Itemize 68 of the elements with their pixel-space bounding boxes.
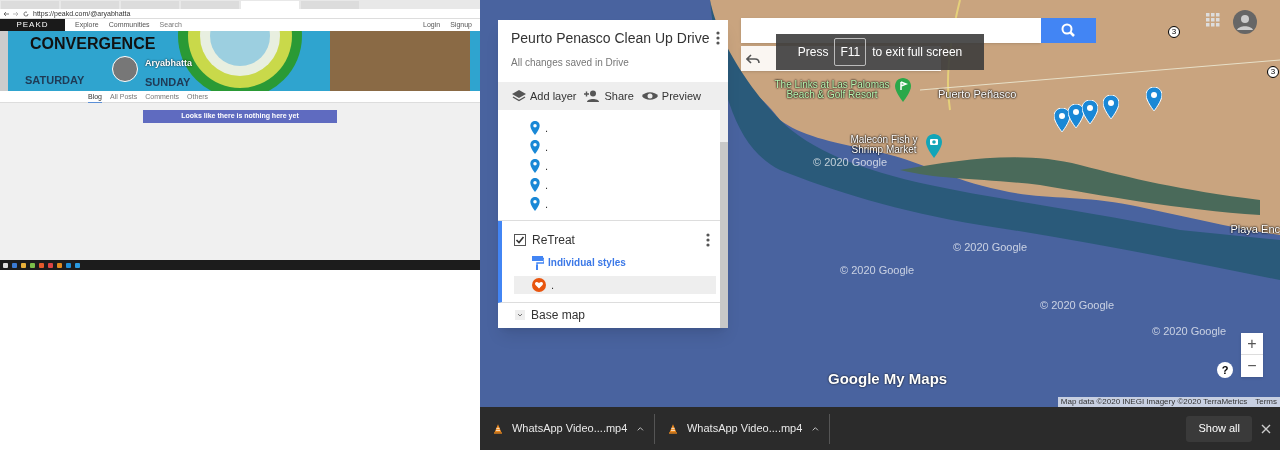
- map-pin-icon: [530, 197, 540, 211]
- google-my-maps-logo: Google My Maps: [828, 371, 948, 386]
- key-label: F11: [834, 38, 867, 66]
- camera-pin-icon[interactable]: [926, 134, 942, 158]
- more-options-icon[interactable]: [706, 233, 710, 247]
- map-pin-icon: [530, 178, 540, 192]
- place-item[interactable]: .: [545, 195, 549, 213]
- more-options-icon[interactable]: [716, 31, 720, 45]
- map-watermark: © 2020 Google: [953, 242, 1028, 253]
- place-label: The Links at Las Palomas Beach & Golf Resort: [773, 80, 891, 100]
- save-status: All changes saved in Drive: [511, 58, 630, 68]
- notice-text: Press: [797, 44, 829, 61]
- toolbar-button[interactable]: Preview: [641, 90, 701, 102]
- start-icon[interactable]: [3, 262, 8, 268]
- notice-text: to exit full screen: [872, 44, 963, 61]
- map-pin-icon: [530, 140, 540, 154]
- place-item[interactable]: .: [545, 176, 549, 194]
- map-watermark: © 2020 Google: [1040, 300, 1115, 311]
- close-icon[interactable]: [1261, 423, 1271, 434]
- map-watermark: © 2020 Google: [840, 265, 915, 276]
- undo-icon[interactable]: [746, 53, 760, 64]
- style-link[interactable]: Individual styles: [548, 255, 626, 270]
- map-pin-icon[interactable]: [1082, 100, 1098, 124]
- search-button[interactable]: [1041, 18, 1096, 43]
- forward-arrow-icon[interactable]: [13, 10, 19, 17]
- map-watermark: © 2020 Google: [1152, 326, 1227, 337]
- checkmark-icon: [514, 234, 526, 246]
- layer-item[interactable]: .: [514, 276, 716, 294]
- eye-icon: [641, 91, 658, 101]
- cover-text: SATURDAY: [25, 75, 85, 86]
- place-label: Puerto Peñasco: [938, 89, 1017, 100]
- map-watermark: © 2020 Google: [813, 157, 888, 168]
- show-all-button[interactable]: Show all: [1186, 415, 1252, 442]
- layers-icon: [512, 90, 526, 102]
- layer-checkbox[interactable]: [514, 234, 526, 246]
- place-item[interactable]: .: [545, 119, 549, 137]
- cover-text: CONVERGENCE: [30, 36, 156, 52]
- account-avatar-icon[interactable]: [1233, 10, 1257, 34]
- place-item[interactable]: .: [545, 138, 549, 156]
- layer-name: ReTreat: [532, 232, 575, 249]
- zoom-in-button[interactable]: +: [1241, 333, 1263, 355]
- toolbar-button[interactable]: Add layer: [512, 90, 577, 102]
- map-pin-icon[interactable]: [1054, 108, 1070, 132]
- caret-icon[interactable]: [812, 425, 819, 432]
- terms-link[interactable]: Terms: [1255, 398, 1277, 406]
- map-pin-icon[interactable]: [1146, 87, 1162, 111]
- map-pin-icon[interactable]: [1103, 95, 1119, 119]
- add-person-icon: [584, 90, 601, 102]
- back-arrow-icon[interactable]: [3, 10, 9, 17]
- zoom-out-button[interactable]: −: [1241, 355, 1263, 377]
- site-logo[interactable]: PEAKD: [0, 19, 65, 31]
- caret-icon[interactable]: [637, 425, 644, 432]
- base-map-label: Base map: [531, 307, 586, 324]
- place-item[interactable]: .: [545, 157, 549, 175]
- download-item[interactable]: WhatsApp Video....mp4: [512, 420, 628, 437]
- cover-text: SUNDAY: [145, 77, 191, 88]
- map-pin-icon: [530, 121, 540, 135]
- map-attribution: Map data ©2020 INEGI Imagery ©2020 TerraMetrics: [1060, 398, 1248, 406]
- scrollbar-thumb[interactable]: [720, 142, 728, 328]
- map-pin-icon: [530, 159, 540, 173]
- toolbar-button[interactable]: Share: [584, 90, 634, 102]
- paint-roller-icon: [532, 255, 544, 270]
- map-pin-icon[interactable]: [1068, 104, 1084, 128]
- download-item[interactable]: WhatsApp Video....mp4: [687, 420, 803, 437]
- map-title: Peurto Penasco Clean Up Drive: [511, 31, 710, 45]
- golf-pin-icon[interactable]: [895, 78, 911, 102]
- reload-icon[interactable]: [23, 10, 29, 17]
- expand-caret-icon[interactable]: [515, 310, 525, 320]
